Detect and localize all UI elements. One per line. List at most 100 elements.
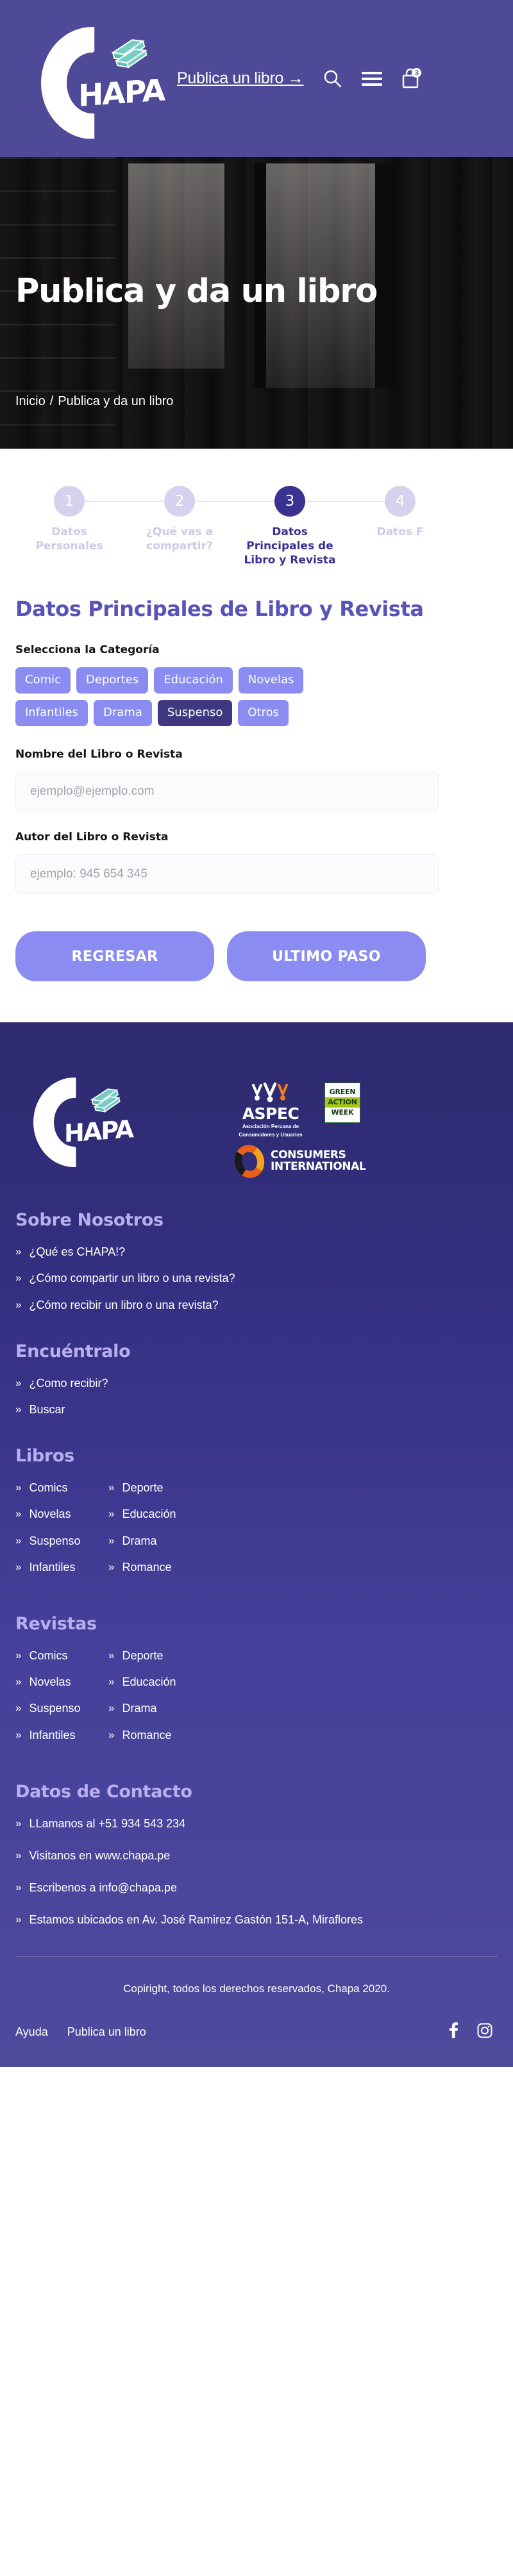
footer-link-item[interactable]: » Novelas <box>15 1674 108 1690</box>
stepper-label: Datos Personales <box>35 526 103 553</box>
chevron-right-icon: » <box>108 1534 115 1547</box>
publish-book-footer-link[interactable]: Publica un libro <box>67 2025 146 2039</box>
footer-link-label: Suspenso <box>29 1534 81 1547</box>
footer-link-item[interactable]: » Deporte <box>108 1480 201 1496</box>
book-author-input[interactable] <box>15 854 439 895</box>
help-link[interactable]: Ayuda <box>15 2025 48 2039</box>
category-chip-drama[interactable]: Drama <box>94 700 152 727</box>
facebook-icon[interactable] <box>450 2022 458 2041</box>
aspec-subtitle-line2: Consumidores y Usuarios <box>239 1132 303 1138</box>
stepper-step-2[interactable]: 2 ¿Qué vas a compartir? <box>124 486 274 554</box>
stepper-step-3[interactable]: 3 Datos Principales de Libro y Revista <box>235 486 385 567</box>
footer-list-contacto: » LLamanos al +51 934 543 234 » Visitanos … <box>15 1816 498 1929</box>
footer-brand-logo[interactable]: HAPA <box>33 1072 136 1168</box>
footer-revistas-col2: » Deporte » Educación » Drama » Romance <box>108 1648 201 1754</box>
book-name-input[interactable] <box>15 772 439 812</box>
category-chip-deportes[interactable]: Deportes <box>76 667 149 694</box>
footer-heading-libros: Libros <box>15 1446 74 1467</box>
footer-link-item[interactable]: » Comics <box>15 1480 108 1496</box>
breadcrumb-current: Publica y da un libro <box>58 394 174 408</box>
stepper-connector <box>305 501 385 502</box>
category-chip-novelas[interactable]: Novelas <box>238 667 304 694</box>
footer-link-item[interactable]: » ¿Cómo compartir un libro o una revista? <box>15 1270 498 1286</box>
stepper-number: 3 <box>274 486 305 517</box>
footer-link-item[interactable]: » ¿Qué es CHAPA!? <box>15 1244 498 1260</box>
chevron-right-icon: » <box>15 1728 22 1741</box>
footer-link-label: Infantiles <box>29 1728 76 1741</box>
instagram-icon[interactable] <box>477 2023 492 2041</box>
brand-logo[interactable]: HAPA <box>40 19 168 141</box>
breadcrumb-home[interactable]: Inicio <box>15 394 46 409</box>
stepper-number: 1 <box>54 486 85 517</box>
site-header: HAPA Publica un libro → 3 <box>0 0 513 157</box>
publish-book-link[interactable]: Publica un libro → <box>177 69 304 88</box>
cart-count-badge: 3 <box>412 68 422 78</box>
publish-form: Datos Principales de Libro y Revista Sel… <box>0 593 513 1023</box>
footer-link-label: Suspenso <box>29 1702 81 1715</box>
footer-link-item[interactable]: » Drama <box>108 1700 201 1716</box>
footer-link-item[interactable]: » Infantiles <box>15 1559 108 1575</box>
chevron-right-icon: » <box>15 1849 22 1861</box>
category-chip-comic[interactable]: Comic <box>15 667 71 694</box>
category-chip-infantiles[interactable]: Infantiles <box>15 700 88 727</box>
gaw-line-week: WEEK <box>331 1108 354 1117</box>
contact-website-label: Visitanos en www.chapa.pe <box>29 1849 171 1862</box>
form-heading: Datos Principales de Libro y Revista <box>15 597 424 622</box>
footer-bottom-row: Ayuda Publica un libro <box>15 2022 498 2041</box>
footer-link-item[interactable]: » Romance <box>108 1559 201 1575</box>
footer-link-item[interactable]: » Novelas <box>15 1506 108 1522</box>
footer-link-label: ¿Cómo recibir un libro o una revista? <box>29 1298 219 1311</box>
search-icon[interactable] <box>323 69 342 88</box>
footer-link-item[interactable]: » Drama <box>108 1533 201 1549</box>
category-chip-educacion[interactable]: Educación <box>154 667 233 694</box>
stepper-label: Datos F <box>376 526 424 538</box>
category-chip-suspenso[interactable]: Suspenso <box>157 700 233 727</box>
footer-link-label: ¿Cómo compartir un libro o una revista? <box>29 1272 235 1285</box>
back-button[interactable]: REGRESAR <box>15 931 214 982</box>
footer-link-item[interactable]: » Suspenso <box>15 1700 108 1716</box>
contact-website-item[interactable]: » Visitanos en www.chapa.pe <box>15 1848 498 1864</box>
brand-exclamation <box>124 1113 135 1125</box>
copyright-text: Copiright, todos los derechos reservados… <box>123 1982 390 1995</box>
contact-phone-item[interactable]: » LLamanos al +51 934 543 234 <box>15 1816 498 1832</box>
chevron-right-icon: » <box>15 1298 22 1311</box>
footer-link-item[interactable]: » Educación <box>108 1506 201 1522</box>
chevron-right-icon: » <box>15 1881 22 1894</box>
consumers-ring-icon <box>231 1142 267 1181</box>
stepper-step-4[interactable]: 4 Datos F <box>345 486 455 540</box>
category-chip-otros[interactable]: Otros <box>238 700 289 727</box>
books-icon <box>109 32 149 69</box>
partner-row-two: CONSUMERS INTERNATIONAL <box>231 1142 366 1181</box>
chevron-right-icon: » <box>15 1816 22 1829</box>
contact-phone-label: LLamanos al +51 934 543 234 <box>29 1816 186 1830</box>
footer-link-label: Comics <box>29 1649 68 1662</box>
footer-heading-sobre-nosotros: Sobre Nosotros <box>15 1210 164 1231</box>
footer-link-item[interactable]: » Infantiles <box>15 1727 108 1743</box>
footer-heading-encuentralo: Encuéntralo <box>15 1341 131 1361</box>
footer-link-item[interactable]: » Buscar <box>15 1402 498 1418</box>
footer-list-encuentralo: » ¿Como recibir? » Buscar <box>15 1375 498 1418</box>
stepper-label: ¿Qué vas a compartir? <box>146 526 213 553</box>
contact-email-item[interactable]: » Escribenos a info@chapa.pe <box>15 1880 498 1896</box>
footer-link-item[interactable]: » Deporte <box>108 1648 201 1664</box>
social-links <box>450 2022 498 2041</box>
footer-link-item[interactable]: » Educación <box>108 1674 201 1690</box>
breadcrumb-separator: / <box>49 394 54 408</box>
shopping-bag-icon[interactable]: 3 <box>401 68 422 88</box>
footer-link-item[interactable]: » Suspenso <box>15 1533 108 1549</box>
chevron-right-icon: » <box>15 1560 22 1573</box>
brand-wordmark: HAPA <box>78 71 165 114</box>
form-actions: REGRESAR ULTIMO PASO <box>15 913 498 1022</box>
footer-link-item[interactable]: » ¿Como recibir? <box>15 1375 498 1392</box>
footer-link-item[interactable]: » Comics <box>15 1648 108 1664</box>
hamburger-menu-icon[interactable] <box>362 71 383 87</box>
ci-line2: INTERNATIONAL <box>271 1160 366 1174</box>
footer-link-item[interactable]: » ¿Cómo recibir un libro o una revista? <box>15 1297 498 1313</box>
footer-link-label: Buscar <box>29 1403 65 1417</box>
contact-address-item[interactable]: » Estamos ubicados en Av. José Ramirez Ga… <box>15 1912 498 1928</box>
stepper-step-1[interactable]: 1 Datos Personales <box>14 486 164 554</box>
footer-link-item[interactable]: » Romance <box>108 1727 201 1743</box>
gaw-line-action: ACTION <box>325 1097 360 1108</box>
next-step-button[interactable]: ULTIMO PASO <box>227 931 426 982</box>
footer-list-sobre-nosotros: » ¿Qué es CHAPA!? » ¿Cómo compartir un lib… <box>15 1244 498 1313</box>
